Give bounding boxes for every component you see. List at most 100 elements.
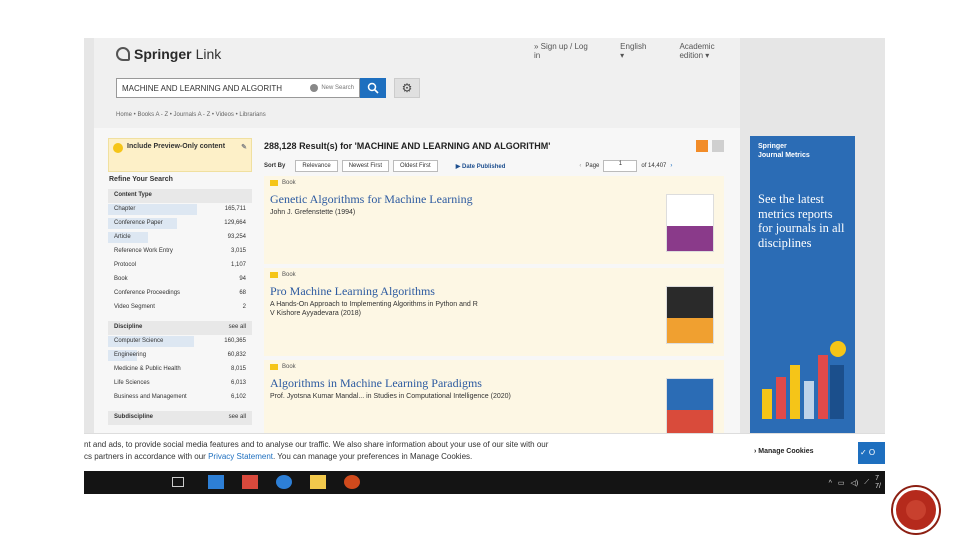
content-type-row[interactable]: Book 94	[108, 273, 252, 287]
discipline-row[interactable]: Business and Management 6,102	[108, 391, 252, 405]
chevron-right-icon: ›	[754, 448, 757, 455]
discipline-row[interactable]: Life Sciences 6,013	[108, 377, 252, 391]
subdiscipline-title: Subdiscipline	[114, 414, 154, 420]
result-type: Book	[270, 180, 718, 186]
top-links: » Sign up / Log in English ▾ Academic ed…	[534, 42, 740, 60]
new-search-label: New Search	[321, 85, 354, 91]
language-select[interactable]: English ▾	[620, 42, 649, 60]
refine-title: Refine Your Search	[109, 176, 173, 183]
rss-icon[interactable]	[696, 140, 708, 152]
content-type-row[interactable]: Conference Proceedings 68	[108, 287, 252, 301]
discipline-see-all[interactable]: see all	[229, 324, 246, 332]
discipline-row[interactable]: Computer Science 160,365	[108, 335, 252, 349]
tray-chevron-icon[interactable]: ^	[829, 480, 832, 487]
edge-icon[interactable]	[276, 475, 292, 489]
discipline-row[interactable]: Medicine & Public Health 8,015	[108, 363, 252, 377]
result-title[interactable]: Pro Machine Learning Algorithms	[270, 284, 718, 299]
content-type-row[interactable]: Conference Paper 129,664	[108, 217, 252, 231]
content-type-row[interactable]: Reference Work Entry 3,015	[108, 245, 252, 259]
search-input[interactable]: MACHINE AND LEARNING AND ALGORITH New Se…	[116, 78, 360, 98]
gear-icon: ⚙	[401, 81, 413, 95]
slide: Springer Link » Sign up / Log in English…	[0, 0, 960, 540]
content-type-row[interactable]: Video Segment 2	[108, 301, 252, 315]
content-type-label: Conference Paper	[114, 220, 163, 226]
date-published-filter[interactable]: ▶ Date Published	[456, 163, 506, 170]
next-page-icon[interactable]: ›	[670, 163, 672, 169]
discipline-count: 8,015	[230, 366, 246, 372]
privacy-statement-link[interactable]: Privacy Statement	[208, 452, 273, 461]
sort-newest[interactable]: Newest First	[341, 160, 390, 172]
settings-button[interactable]: ⚙	[394, 78, 420, 98]
preview-only-toggle[interactable]: Include Preview-Only content ✎	[108, 138, 252, 172]
search-button[interactable]	[360, 78, 386, 98]
content-type-label: Conference Proceedings	[114, 290, 181, 296]
signup-login-link[interactable]: » Sign up / Log in	[534, 42, 590, 60]
accept-cookies-button[interactable]: ✓ O	[858, 442, 885, 464]
content-type-row[interactable]: Chapter 165,711	[108, 203, 252, 217]
system-tray: ^ ▭ ◁) ⟋ 7 7/	[829, 475, 881, 491]
file-explorer-icon[interactable]	[310, 475, 326, 489]
page-of: of 14,407	[641, 163, 667, 169]
network-icon[interactable]: ▭	[838, 479, 845, 487]
download-icon[interactable]	[712, 140, 724, 152]
date-published-label: Date Published	[462, 163, 506, 170]
book-cover-thumbnail[interactable]	[666, 378, 714, 436]
powerpoint-icon[interactable]	[344, 475, 360, 489]
toggle-icon	[113, 143, 123, 153]
mail-icon[interactable]	[208, 475, 224, 489]
content-type-count: 94	[239, 276, 246, 282]
new-search-control[interactable]: New Search	[310, 84, 354, 92]
task-view-icon[interactable]	[172, 477, 184, 487]
content-type-label: Reference Work Entry	[114, 248, 173, 254]
content-type-list: Chapter 165,711 Conference Paper 129,664 Art…	[108, 203, 252, 315]
results-query: Result(s) for 'MACHINE AND LEARNING AND …	[299, 141, 551, 151]
clock[interactable]: 7 7/	[875, 475, 881, 491]
cookie-line2-pre: cs partners in accordance with our	[84, 452, 206, 461]
results-panel: 288,128 Result(s) for 'MACHINE AND LEARN…	[264, 138, 724, 448]
clock-time: 7	[875, 475, 880, 482]
content-type-count: 3,015	[230, 248, 246, 254]
springer-logo[interactable]: Springer Link	[116, 46, 221, 62]
edit-icon: ✎	[241, 144, 247, 151]
sort-relevance[interactable]: Relevance	[295, 160, 338, 172]
ad-illustration	[762, 341, 846, 419]
content-type-header: Content Type	[108, 189, 252, 203]
subdiscipline-see-all[interactable]: see all	[229, 414, 246, 422]
discipline-row[interactable]: Engineering 60,832	[108, 349, 252, 363]
page-input[interactable]: 1	[603, 160, 638, 172]
discipline-count: 6,013	[230, 380, 246, 386]
breadcrumb[interactable]: Home • Books A - Z • Journals A - Z • Vi…	[116, 112, 266, 118]
logo-text-link: Link	[195, 46, 222, 62]
result-authors: John J. Grefenstette (1994)	[270, 209, 356, 216]
edition-select[interactable]: Academic edition ▾	[679, 42, 740, 60]
sort-by-label: Sort By	[264, 163, 286, 169]
volume-icon[interactable]: ◁)	[851, 479, 859, 487]
result-title[interactable]: Genetic Algorithms for Machine Learning	[270, 192, 718, 207]
store-icon[interactable]	[242, 475, 258, 489]
discipline-label: Computer Science	[114, 338, 164, 344]
sort-oldest[interactable]: Oldest First	[393, 160, 438, 172]
result-card: Book Genetic Algorithms for Machine Learn…	[264, 176, 724, 264]
wifi-icon[interactable]: ⟋	[864, 479, 869, 487]
manage-cookies-label: Manage Cookies	[758, 448, 814, 455]
book-icon	[270, 364, 278, 370]
ad-message: See the latest metrics reports for journ…	[758, 192, 845, 250]
content-type-row[interactable]: Article 93,254	[108, 231, 252, 245]
content-type-count: 1,107	[230, 262, 246, 268]
ad-brand-line1: Springer	[758, 143, 787, 150]
results-list: Book Genetic Algorithms for Machine Learn…	[264, 176, 724, 448]
sort-row: Sort By Relevance Newest First Oldest Fi…	[264, 160, 724, 172]
windows-taskbar: ^ ▭ ◁) ⟋ 7 7/	[84, 471, 885, 494]
result-type-label: Book	[282, 272, 296, 278]
result-title[interactable]: Algorithms in Machine Learning Paradigms	[270, 376, 718, 391]
book-icon	[270, 272, 278, 278]
content-type-row[interactable]: Protocol 1,107	[108, 259, 252, 273]
book-cover-thumbnail[interactable]	[666, 194, 714, 252]
book-cover-thumbnail[interactable]	[666, 286, 714, 344]
journal-metrics-ad[interactable]: Springer Journal Metrics See the latest …	[750, 136, 855, 433]
content-type-count: 2	[242, 304, 246, 310]
discipline-label: Life Sciences	[114, 380, 150, 386]
play-icon: ▶	[455, 163, 461, 170]
prev-page-icon[interactable]: ‹	[579, 163, 581, 169]
manage-cookies-button[interactable]: › Manage Cookies	[754, 448, 814, 455]
